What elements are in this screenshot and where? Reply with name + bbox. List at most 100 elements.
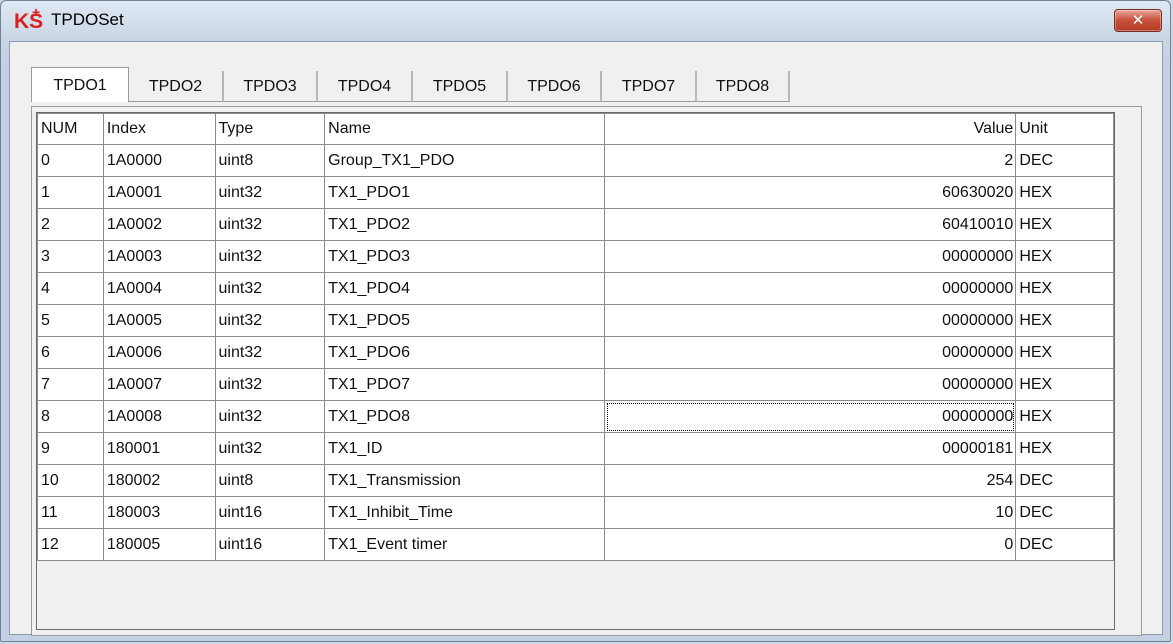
cell-index[interactable]: 1A0007 xyxy=(102,368,216,401)
table-row[interactable]: 3 1A0003 uint32 TX1_PDO3 00000000 HEX xyxy=(37,240,1114,273)
cell-value[interactable]: 00000000 xyxy=(604,304,1017,337)
cell-value[interactable]: 254 xyxy=(604,464,1017,497)
cell-value[interactable]: 00000000 xyxy=(604,368,1017,401)
cell-unit[interactable]: HEX xyxy=(1015,432,1114,465)
table-row[interactable]: 11 180003 uint16 TX1_Inhibit_Time 10 DEC xyxy=(37,496,1114,529)
cell-index[interactable]: 1A0001 xyxy=(102,176,216,209)
column-header-name[interactable]: Name xyxy=(324,113,606,145)
column-header-index[interactable]: Index xyxy=(102,113,216,145)
table-row[interactable]: 2 1A0002 uint32 TX1_PDO2 60410010 HEX xyxy=(37,208,1114,241)
column-header-type[interactable]: Type xyxy=(214,113,326,145)
title-bar[interactable]: KS + TPDOSet ✕ xyxy=(1,1,1170,41)
cell-index[interactable]: 180002 xyxy=(102,464,216,497)
cell-name[interactable]: TX1_PDO6 xyxy=(324,336,606,369)
cell-name[interactable]: TX1_Transmission xyxy=(324,464,606,497)
cell-num[interactable]: 6 xyxy=(37,336,104,369)
cell-index[interactable]: 180001 xyxy=(102,432,216,465)
column-header-value[interactable]: Value xyxy=(604,113,1017,145)
cell-index[interactable]: 1A0002 xyxy=(102,208,216,241)
cell-index[interactable]: 1A0000 xyxy=(102,144,216,177)
table-row[interactable]: 0 1A0000 uint8 Group_TX1_PDO 2 DEC xyxy=(37,144,1114,177)
cell-type[interactable]: uint32 xyxy=(214,208,326,241)
table-row[interactable]: 4 1A0004 uint32 TX1_PDO4 00000000 HEX xyxy=(37,272,1114,305)
cell-index[interactable]: 180003 xyxy=(102,496,216,529)
cell-value[interactable]: 0 xyxy=(604,528,1017,561)
cell-index[interactable]: 1A0004 xyxy=(102,272,216,305)
tab-tpdo6[interactable]: TPDO6 xyxy=(508,71,602,102)
table-row[interactable]: 7 1A0007 uint32 TX1_PDO7 00000000 HEX xyxy=(37,368,1114,401)
cell-type[interactable]: uint32 xyxy=(214,336,326,369)
cell-unit[interactable]: HEX xyxy=(1015,272,1114,305)
table-row[interactable]: 9 180001 uint32 TX1_ID 00000181 HEX xyxy=(37,432,1114,465)
cell-num[interactable]: 4 xyxy=(37,272,104,305)
table-row[interactable]: 8 1A0008 uint32 TX1_PDO8 00000000 HEX xyxy=(37,400,1114,433)
cell-type[interactable]: uint32 xyxy=(214,240,326,273)
cell-value[interactable]: 60630020 xyxy=(604,176,1017,209)
cell-name[interactable]: TX1_Inhibit_Time xyxy=(324,496,606,529)
tab-tpdo4[interactable]: TPDO4 xyxy=(318,71,413,102)
cell-type[interactable]: uint32 xyxy=(214,176,326,209)
cell-index[interactable]: 180005 xyxy=(102,528,216,561)
cell-type[interactable]: uint32 xyxy=(214,400,326,433)
tab-tpdo7[interactable]: TPDO7 xyxy=(602,71,697,102)
cell-num[interactable]: 1 xyxy=(37,176,104,209)
cell-num[interactable]: 7 xyxy=(37,368,104,401)
cell-num[interactable]: 3 xyxy=(37,240,104,273)
tab-tpdo5[interactable]: TPDO5 xyxy=(413,71,508,102)
cell-type[interactable]: uint8 xyxy=(214,144,326,177)
cell-type[interactable]: uint16 xyxy=(214,496,326,529)
cell-type[interactable]: uint32 xyxy=(214,432,326,465)
cell-num[interactable]: 2 xyxy=(37,208,104,241)
cell-name[interactable]: TX1_PDO4 xyxy=(324,272,606,305)
cell-value[interactable]: 00000000 xyxy=(604,336,1017,369)
cell-num[interactable]: 9 xyxy=(37,432,104,465)
cell-value[interactable]: 10 xyxy=(604,496,1017,529)
table-row[interactable]: 6 1A0006 uint32 TX1_PDO6 00000000 HEX xyxy=(37,336,1114,369)
cell-name[interactable]: TX1_PDO5 xyxy=(324,304,606,337)
cell-num[interactable]: 11 xyxy=(37,496,104,529)
cell-name[interactable]: TX1_PDO7 xyxy=(324,368,606,401)
cell-unit[interactable]: DEC xyxy=(1015,496,1114,529)
cell-unit[interactable]: DEC xyxy=(1015,144,1114,177)
table-row[interactable]: 12 180005 uint16 TX1_Event timer 0 DEC xyxy=(37,528,1114,561)
cell-num[interactable]: 10 xyxy=(37,464,104,497)
cell-type[interactable]: uint32 xyxy=(214,304,326,337)
cell-name[interactable]: TX1_PDO1 xyxy=(324,176,606,209)
cell-name[interactable]: TX1_PDO8 xyxy=(324,400,606,433)
cell-index[interactable]: 1A0005 xyxy=(102,304,216,337)
cell-name[interactable]: Group_TX1_PDO xyxy=(324,144,606,177)
cell-name[interactable]: TX1_PDO3 xyxy=(324,240,606,273)
cell-value[interactable]: 00000000 xyxy=(604,400,1017,433)
cell-unit[interactable]: DEC xyxy=(1015,528,1114,561)
tab-tpdo1[interactable]: TPDO1 xyxy=(31,67,129,102)
cell-value[interactable]: 00000000 xyxy=(604,272,1017,305)
cell-index[interactable]: 1A0008 xyxy=(102,400,216,433)
cell-name[interactable]: TX1_PDO2 xyxy=(324,208,606,241)
table-row[interactable]: 10 180002 uint8 TX1_Transmission 254 DEC xyxy=(37,464,1114,497)
cell-value[interactable]: 2 xyxy=(604,144,1017,177)
column-header-num[interactable]: NUM xyxy=(37,113,104,145)
cell-unit[interactable]: HEX xyxy=(1015,176,1114,209)
table-row[interactable]: 5 1A0005 uint32 TX1_PDO5 00000000 HEX xyxy=(37,304,1114,337)
cell-unit[interactable]: HEX xyxy=(1015,400,1114,433)
cell-unit[interactable]: HEX xyxy=(1015,208,1114,241)
cell-value[interactable]: 00000181 xyxy=(604,432,1017,465)
cell-name[interactable]: TX1_Event timer xyxy=(324,528,606,561)
cell-num[interactable]: 8 xyxy=(37,400,104,433)
cell-unit[interactable]: HEX xyxy=(1015,336,1114,369)
data-grid[interactable]: NUM Index Type Name Value Unit 0 1A0000 uint8 Gr… xyxy=(36,112,1115,630)
tab-tpdo2[interactable]: TPDO2 xyxy=(129,71,224,102)
cell-unit[interactable]: HEX xyxy=(1015,304,1114,337)
cell-num[interactable]: 12 xyxy=(37,528,104,561)
cell-index[interactable]: 1A0006 xyxy=(102,336,216,369)
cell-index[interactable]: 1A0003 xyxy=(102,240,216,273)
table-row[interactable]: 1 1A0001 uint32 TX1_PDO1 60630020 HEX xyxy=(37,176,1114,209)
cell-type[interactable]: uint32 xyxy=(214,368,326,401)
cell-num[interactable]: 5 xyxy=(37,304,104,337)
cell-unit[interactable]: HEX xyxy=(1015,368,1114,401)
cell-name[interactable]: TX1_ID xyxy=(324,432,606,465)
cell-value[interactable]: 00000000 xyxy=(604,240,1017,273)
cell-type[interactable]: uint16 xyxy=(214,528,326,561)
cell-value[interactable]: 60410010 xyxy=(604,208,1017,241)
close-button[interactable]: ✕ xyxy=(1114,9,1162,32)
